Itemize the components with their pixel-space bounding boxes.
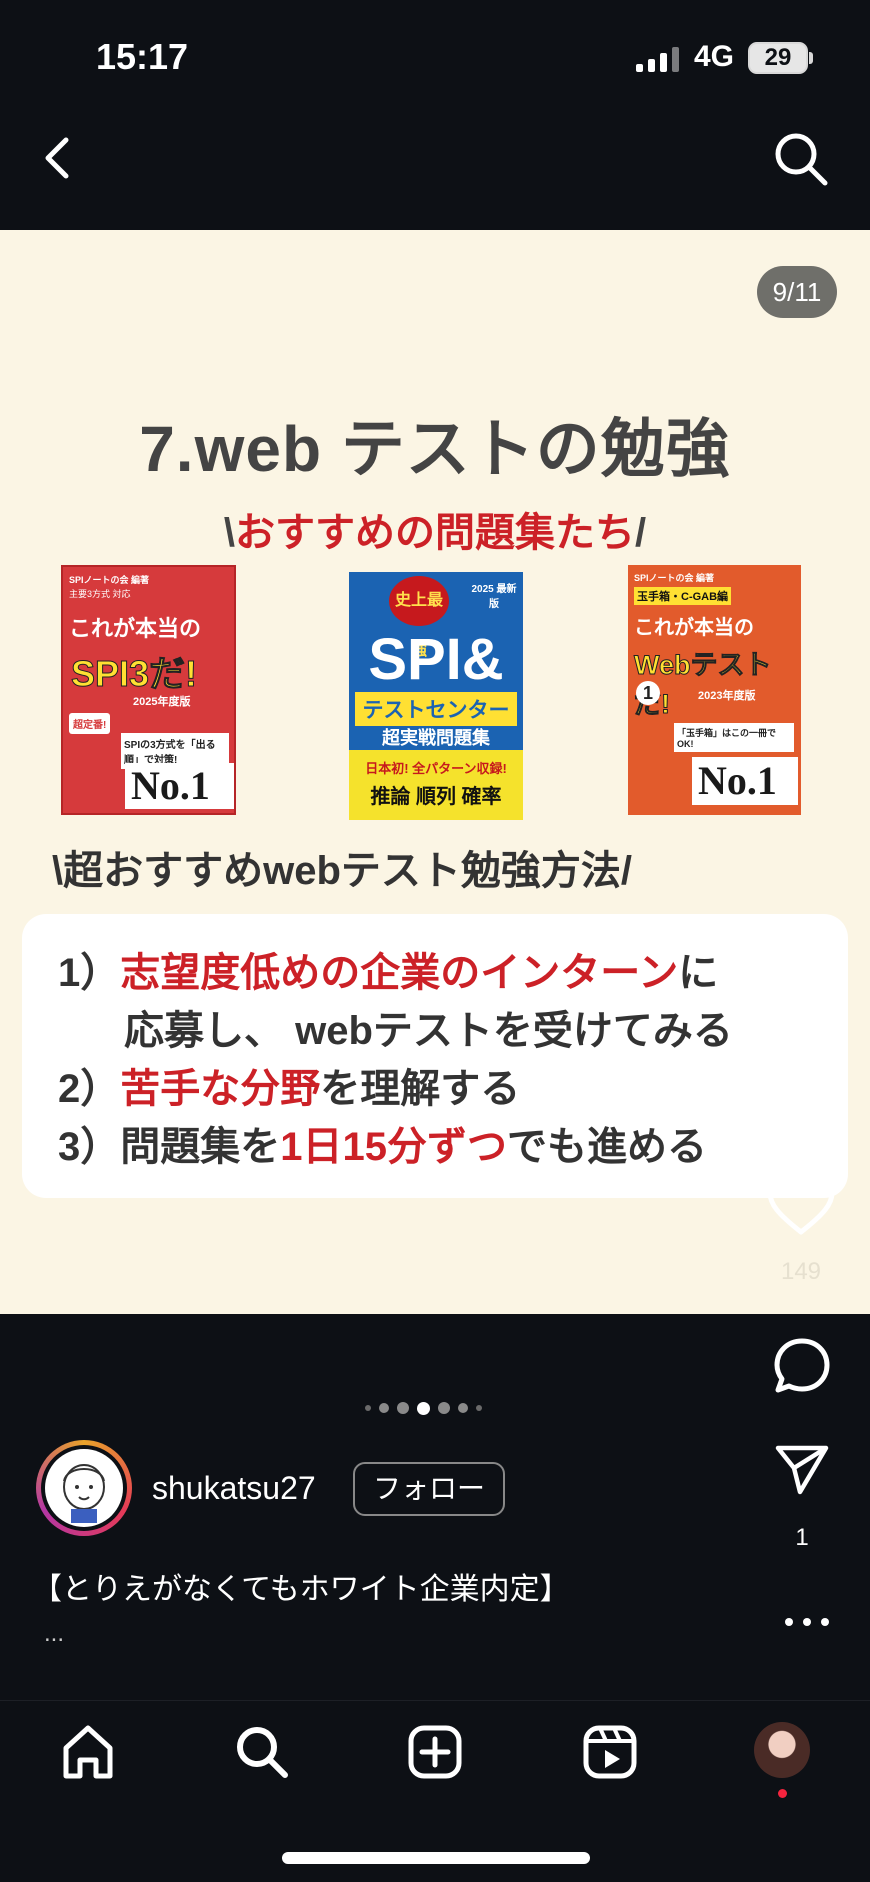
method-rest: を理解する xyxy=(320,1067,521,1111)
pagination-dot xyxy=(397,1402,409,1414)
caption-more[interactable]: ... xyxy=(44,1620,64,1648)
book-year: 2023年度版 xyxy=(698,690,756,702)
book-main: これが本当の xyxy=(69,616,202,641)
post-caption[interactable]: 【とりえがなくてもホワイト企業内定】 xyxy=(32,1564,570,1608)
method-list: 1）志望度低めの企業のインターンに 応募し、 webテストを受けてみる 2）苦手… xyxy=(22,914,848,1198)
notification-dot xyxy=(778,1789,787,1798)
method-item-1: 1）志望度低めの企業のインターンに xyxy=(58,940,718,998)
comment-icon[interactable] xyxy=(772,1336,832,1396)
method-number: 2） xyxy=(58,1067,121,1111)
method-number: 1） xyxy=(58,951,121,995)
method-item-3: 3）問題集を1日15分ずつでも進める xyxy=(58,1114,707,1172)
search-icon[interactable] xyxy=(232,1722,292,1782)
method-rest: に xyxy=(678,951,719,995)
book-big-title: SPI& xyxy=(368,627,504,692)
book-cover-webtest: SPIノートの会 編著 玉手箱・C-GAB編 これが本当の Webテストだ! 1… xyxy=(628,565,801,815)
subtitle-study-method: \超おすすめwebテスト勉強方法/ xyxy=(52,838,632,896)
book-band: テストセンター xyxy=(355,692,517,726)
search-icon[interactable] xyxy=(772,130,830,188)
follow-button[interactable]: フォロー xyxy=(353,1462,505,1516)
book-words: 推論 順列 確率 xyxy=(370,786,502,808)
book-note: 「玉手箱」はこの一冊でOK! xyxy=(674,723,794,752)
pagination-dot xyxy=(365,1405,371,1411)
book-year: 2025年度版 xyxy=(133,696,191,708)
like-count: 149 xyxy=(780,1258,822,1285)
chevron-left-icon[interactable] xyxy=(36,134,76,182)
slash-left: \ xyxy=(223,511,235,555)
heart-icon[interactable] xyxy=(766,1176,836,1236)
slash-left: \ xyxy=(52,849,64,893)
pagination-dot xyxy=(476,1405,482,1411)
book-year: 2025 最新版 xyxy=(471,584,517,610)
book-publisher: SPIノートの会 編著 xyxy=(69,575,150,585)
book-volume: 1 xyxy=(636,681,660,705)
book-big-title: SPI3だ! xyxy=(70,653,198,695)
signal-icon xyxy=(636,46,680,72)
avatar[interactable] xyxy=(36,1440,132,1536)
book-main: これが本当の xyxy=(634,617,754,639)
slash-right: / xyxy=(620,849,633,893)
book-subtitle: 超実戦問題集 xyxy=(382,728,490,748)
battery-icon: 29 xyxy=(748,42,808,74)
send-icon[interactable] xyxy=(774,1444,830,1496)
book-big-title: Webテストだ! xyxy=(634,650,773,720)
profile-avatar-tab[interactable] xyxy=(754,1722,810,1778)
pagination-dot xyxy=(379,1403,389,1413)
book-rank: No.1 xyxy=(692,757,798,805)
method-item-1-continued: 応募し、 webテストを受けてみる xyxy=(124,1009,733,1053)
book-line2: 主要3方式 対応 xyxy=(69,589,131,599)
post-title: 7.web テストの勉強 xyxy=(139,413,731,485)
slide-counter: 9/11 xyxy=(757,266,837,318)
status-bar: 15:17 4G 29 xyxy=(0,0,870,110)
book-cover-spi-test-center: 史上最強 2025 最新版 SPI& テストセンター 超実戦問題集 日本初! 全… xyxy=(349,572,523,820)
share-count: 1 xyxy=(795,1524,809,1551)
method-item-2: 2）苦手な分野を理解する xyxy=(58,1056,520,1114)
pagination-dot-active xyxy=(417,1401,430,1415)
network-type: 4G xyxy=(694,40,735,73)
pagination-dot xyxy=(438,1402,450,1414)
method-number: 3） xyxy=(58,1125,121,1169)
subtitle-recommended-books: \おすすめの問題集たち/ xyxy=(0,500,870,558)
book-rank: No.1 xyxy=(125,763,234,809)
add-icon[interactable] xyxy=(405,1722,465,1782)
subtitle-text: 超おすすめwebテスト勉強方法 xyxy=(63,849,621,893)
book-publisher: SPIノートの会 編著 xyxy=(634,573,715,583)
home-icon[interactable] xyxy=(58,1722,118,1782)
method-highlight: 1日15分ずつ xyxy=(280,1125,507,1169)
battery-tip xyxy=(809,52,813,64)
book-cover-spi3: SPIノートの会 編著 主要3方式 対応 これが本当の SPI3だ! 2025年… xyxy=(61,565,236,815)
home-indicator[interactable] xyxy=(282,1852,590,1864)
book-badge: 超定番! xyxy=(69,713,111,734)
carousel-pagination xyxy=(365,1400,482,1416)
method-highlight: 志望度低めの企業のインターン xyxy=(120,951,679,995)
username[interactable]: shukatsu27 xyxy=(152,1470,316,1507)
reels-icon[interactable] xyxy=(580,1722,640,1782)
status-time: 15:17 xyxy=(96,36,189,77)
method-rest: でも進める xyxy=(507,1125,707,1169)
more-icon[interactable] xyxy=(782,1616,832,1628)
book-red-text: 日本初! 全パターン収録! xyxy=(365,761,507,776)
method-highlight: 苦手な分野 xyxy=(120,1067,321,1111)
book-series: 史上最強 xyxy=(389,576,449,659)
subtitle-text: おすすめの問題集たち xyxy=(235,511,635,555)
book-line2: 玉手箱・C-GAB編 xyxy=(634,587,732,605)
slash-right: / xyxy=(635,511,647,555)
method-prefix: 問題集を xyxy=(120,1125,281,1169)
pagination-dot xyxy=(458,1403,468,1413)
